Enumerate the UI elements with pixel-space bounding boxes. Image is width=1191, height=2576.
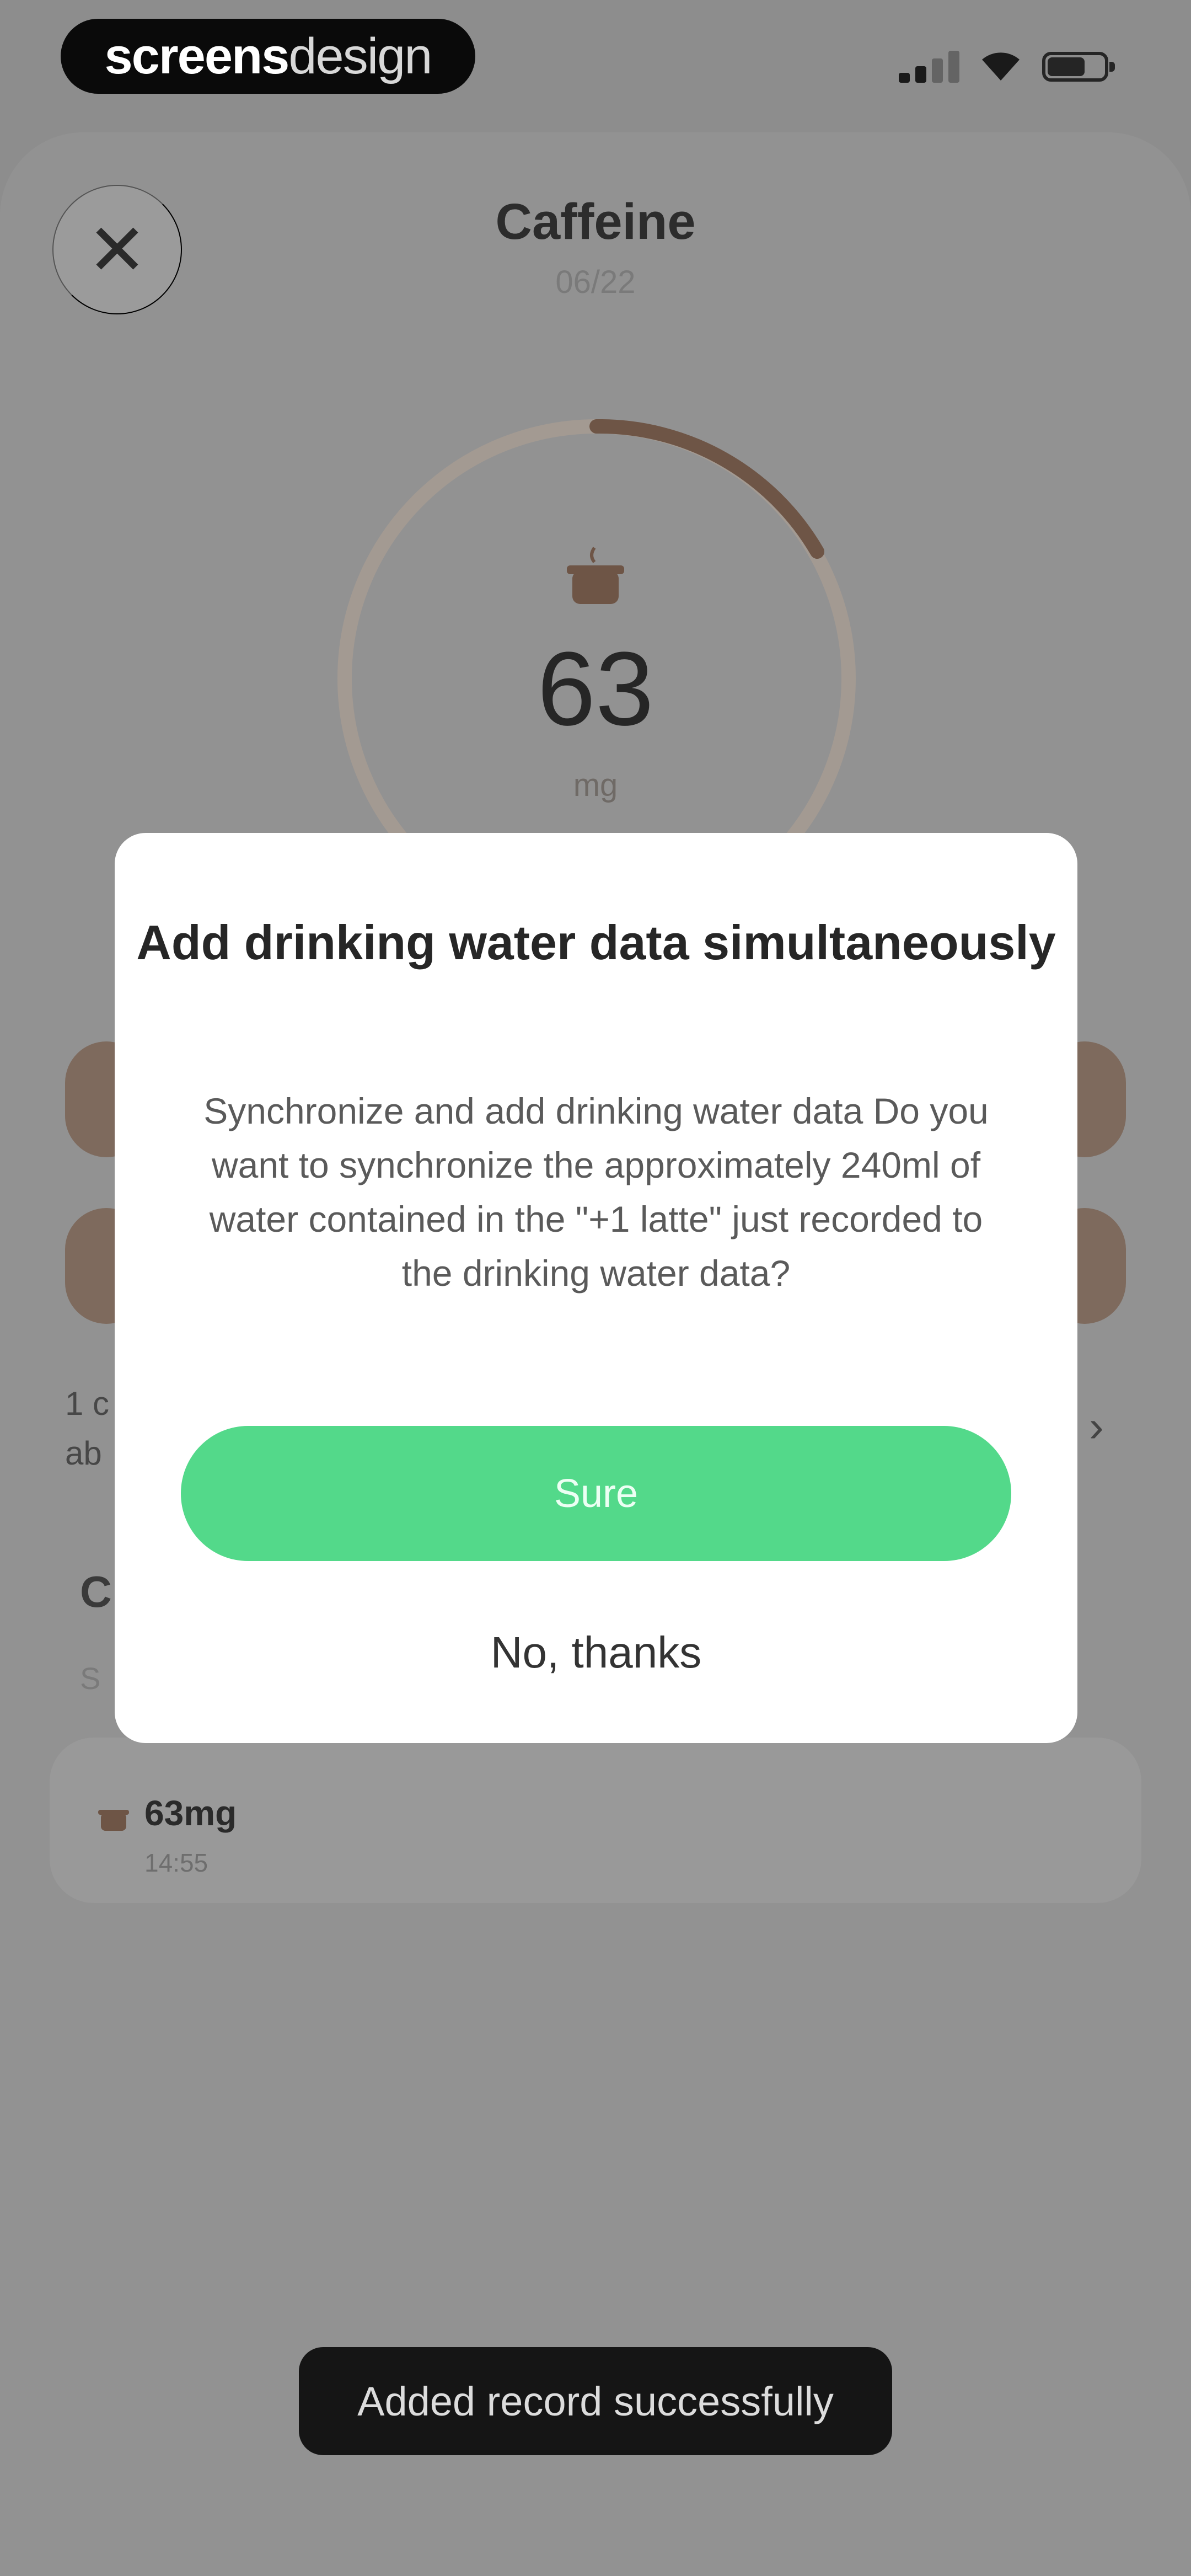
- page-date: 06/22: [555, 264, 636, 300]
- wifi-icon: [982, 52, 1020, 81]
- brand-bold: screens: [104, 28, 290, 84]
- chevron-right-icon[interactable]: ›: [1089, 1401, 1104, 1452]
- sync-water-dialog: Add drinking water data simultaneously S…: [115, 833, 1077, 1743]
- brand-light: design: [288, 28, 432, 84]
- dialog-message: Synchronize and add drinking water data …: [203, 1091, 989, 1294]
- coffee-cup-icon: [567, 547, 624, 604]
- no-thanks-button[interactable]: No, thanks: [115, 1627, 1077, 1678]
- battery-icon: [1042, 52, 1115, 82]
- records-section-subtitle: S: [80, 1661, 101, 1696]
- signal-icon: [899, 51, 959, 83]
- caffeine-total: 63: [537, 630, 654, 747]
- page-title: Caffeine: [495, 194, 696, 250]
- records-section-title: C: [80, 1567, 112, 1616]
- caffeine-unit: mg: [573, 767, 618, 803]
- background-note-1: 1 c: [65, 1385, 110, 1422]
- success-toast: Added record successfully: [299, 2347, 892, 2455]
- record-amount: 63mg: [144, 1793, 237, 1833]
- status-bar: screens design: [0, 0, 1191, 127]
- record-cup-icon: [98, 1810, 129, 1831]
- background-note-2: ab: [65, 1435, 102, 1472]
- brand-watermark: screens design: [61, 19, 475, 94]
- sure-button[interactable]: Sure: [181, 1426, 1011, 1561]
- record-time: 14:55: [144, 1848, 208, 1877]
- dialog-title: Add drinking water data simultaneously: [136, 915, 1056, 970]
